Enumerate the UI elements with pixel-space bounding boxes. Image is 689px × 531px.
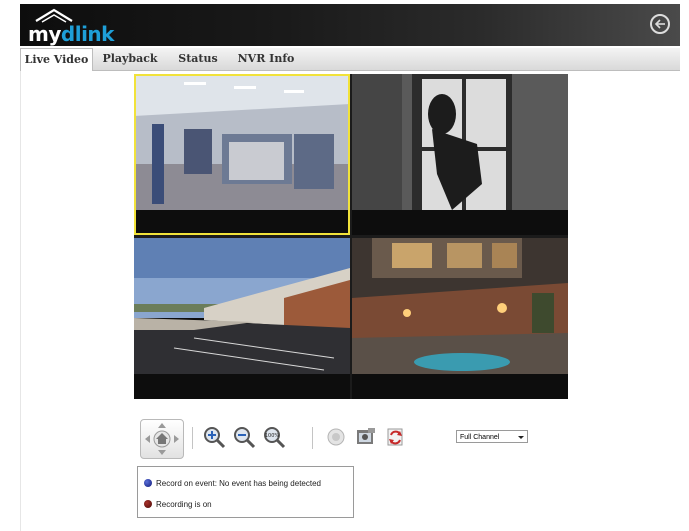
- camera-feed-1[interactable]: [134, 74, 350, 235]
- ptz-home-icon: [145, 423, 179, 455]
- logo-dlink: dlink: [60, 22, 115, 46]
- camera-feed-2[interactable]: [352, 74, 568, 235]
- chevron-down-icon: [518, 436, 524, 439]
- ptz-button[interactable]: [140, 419, 184, 459]
- recording-status: Recording is on: [144, 499, 212, 511]
- zoom-in-icon: [204, 427, 226, 449]
- record-event-text: Record on event: No event has being dete…: [156, 479, 321, 488]
- separator: [192, 427, 193, 449]
- audio-button[interactable]: [324, 425, 348, 449]
- recording-status-panel: Record on event: No event has being dete…: [137, 466, 354, 518]
- tab-playback[interactable]: Playback: [96, 48, 164, 70]
- zoom-in-button[interactable]: [202, 425, 226, 449]
- tab-live-video[interactable]: Live Video: [20, 48, 93, 71]
- refresh-button[interactable]: [384, 425, 408, 449]
- camera-feed-4[interactable]: [352, 238, 568, 399]
- recording-text: Recording is on: [156, 500, 212, 509]
- channel-select[interactable]: Full Channel: [456, 430, 528, 443]
- snapshot-icon: [357, 428, 375, 444]
- app-header: mydlink: [20, 4, 680, 46]
- zoom-out-button[interactable]: [232, 425, 256, 449]
- tab-status[interactable]: Status: [164, 48, 232, 70]
- zoom-out-icon: [234, 427, 256, 449]
- snapshot-button[interactable]: [354, 425, 378, 449]
- refresh-icon: [387, 428, 403, 446]
- channel-select-value: Full Channel: [460, 434, 500, 441]
- zoom-original-button[interactable]: 100%: [262, 425, 286, 449]
- back-arrow-icon: [654, 19, 665, 29]
- recording-status-dot-icon: [144, 499, 152, 508]
- logo-my: my: [28, 22, 61, 46]
- mydlink-logo: mydlink: [26, 8, 116, 46]
- house-roof-icon: [35, 8, 73, 23]
- logo-text: mydlink: [28, 22, 114, 46]
- event-status-dot-icon: [144, 478, 152, 487]
- zoom-100-icon: 100%: [264, 427, 286, 449]
- back-button[interactable]: [650, 14, 670, 34]
- separator: [312, 427, 313, 449]
- zoom-100-label: 100%: [265, 433, 280, 439]
- video-grid: [134, 74, 568, 399]
- audio-icon: [327, 428, 345, 446]
- camera-feed-3[interactable]: [134, 238, 350, 399]
- tab-nvr-info[interactable]: NVR Info: [232, 48, 300, 70]
- record-event-status: Record on event: No event has being dete…: [144, 478, 321, 490]
- tab-bar: Live Video Playback Status NVR Info: [20, 48, 680, 71]
